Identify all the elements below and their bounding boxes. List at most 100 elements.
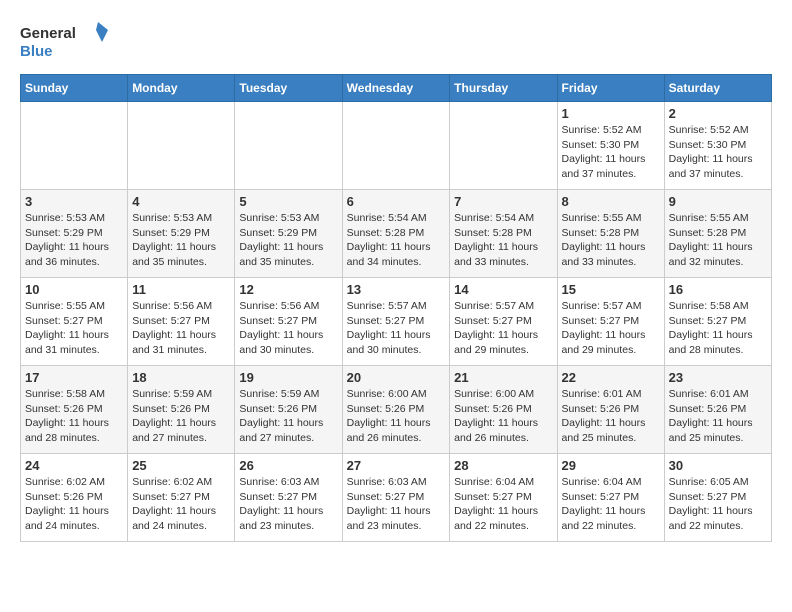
day-cell: 18Sunrise: 5:59 AM Sunset: 5:26 PM Dayli… xyxy=(128,366,235,454)
day-info: Sunrise: 6:03 AM Sunset: 5:27 PM Dayligh… xyxy=(239,475,337,534)
day-cell: 13 Sunrise: 5:57 AM Sunset: 5:27 PM Dayli… xyxy=(342,278,450,366)
day-cell: 24 Sunrise: 6:02 AM Sunset: 5:26 PM Dayli… xyxy=(21,454,128,542)
day-cell: 9Sunrise: 5:55 AM Sunset: 5:28 PM Daylig… xyxy=(664,190,771,278)
week-row-0: 1 Sunrise: 5:52 AM Sunset: 5:30 PM Daylig… xyxy=(21,102,772,190)
day-number: 13 xyxy=(347,282,446,297)
logo-svg: General Blue xyxy=(20,20,110,64)
day-number: 24 xyxy=(25,458,123,473)
day-number: 29 xyxy=(562,458,660,473)
day-info: Sunrise: 6:01 AM Sunset: 5:26 PM Dayligh… xyxy=(669,387,767,446)
day-cell: 22 Sunrise: 6:01 AM Sunset: 5:26 PM Dayli… xyxy=(557,366,664,454)
weekday-header-monday: Monday xyxy=(128,75,235,102)
weekday-header-tuesday: Tuesday xyxy=(235,75,342,102)
day-number: 22 xyxy=(562,370,660,385)
day-cell: 6 Sunrise: 5:54 AM Sunset: 5:28 PM Daylig… xyxy=(342,190,450,278)
day-cell: 17 Sunrise: 5:58 AM Sunset: 5:26 PM Dayli… xyxy=(21,366,128,454)
weekday-header-row: SundayMondayTuesdayWednesdayThursdayFrid… xyxy=(21,75,772,102)
day-cell: 4 Sunrise: 5:53 AM Sunset: 5:29 PM Daylig… xyxy=(128,190,235,278)
day-number: 18 xyxy=(132,370,230,385)
day-info: Sunrise: 6:04 AM Sunset: 5:27 PM Dayligh… xyxy=(562,475,660,534)
day-info: Sunrise: 6:01 AM Sunset: 5:26 PM Dayligh… xyxy=(562,387,660,446)
day-info: Sunrise: 5:53 AM Sunset: 5:29 PM Dayligh… xyxy=(239,211,337,270)
day-number: 10 xyxy=(25,282,123,297)
day-cell: 12 Sunrise: 5:56 AM Sunset: 5:27 PM Dayli… xyxy=(235,278,342,366)
weekday-header-friday: Friday xyxy=(557,75,664,102)
day-info: Sunrise: 6:02 AM Sunset: 5:27 PM Dayligh… xyxy=(132,475,230,534)
day-info: Sunrise: 6:02 AM Sunset: 5:26 PM Dayligh… xyxy=(25,475,123,534)
day-info: Sunrise: 5:54 AM Sunset: 5:28 PM Dayligh… xyxy=(347,211,446,270)
day-cell xyxy=(128,102,235,190)
day-number: 6 xyxy=(347,194,446,209)
logo: General Blue xyxy=(20,20,110,64)
day-info: Sunrise: 5:52 AM Sunset: 5:30 PM Dayligh… xyxy=(562,123,660,182)
day-number: 25 xyxy=(132,458,230,473)
day-cell: 14 Sunrise: 5:57 AM Sunset: 5:27 PM Dayli… xyxy=(450,278,557,366)
day-cell: 5 Sunrise: 5:53 AM Sunset: 5:29 PM Daylig… xyxy=(235,190,342,278)
svg-text:General: General xyxy=(20,25,76,42)
day-number: 27 xyxy=(347,458,446,473)
day-number: 23 xyxy=(669,370,767,385)
day-info: Sunrise: 5:54 AM Sunset: 5:28 PM Dayligh… xyxy=(454,211,552,270)
day-info: Sunrise: 5:59 AM Sunset: 5:26 PM Dayligh… xyxy=(239,387,337,446)
day-cell xyxy=(450,102,557,190)
weekday-header-sunday: Sunday xyxy=(21,75,128,102)
day-info: Sunrise: 5:57 AM Sunset: 5:27 PM Dayligh… xyxy=(562,299,660,358)
day-cell: 7Sunrise: 5:54 AM Sunset: 5:28 PM Daylig… xyxy=(450,190,557,278)
day-info: Sunrise: 5:55 AM Sunset: 5:28 PM Dayligh… xyxy=(669,211,767,270)
day-number: 3 xyxy=(25,194,123,209)
day-info: Sunrise: 5:56 AM Sunset: 5:27 PM Dayligh… xyxy=(132,299,230,358)
day-cell: 8 Sunrise: 5:55 AM Sunset: 5:28 PM Daylig… xyxy=(557,190,664,278)
day-number: 16 xyxy=(669,282,767,297)
day-number: 30 xyxy=(669,458,767,473)
day-cell: 27 Sunrise: 6:03 AM Sunset: 5:27 PM Dayli… xyxy=(342,454,450,542)
day-cell xyxy=(235,102,342,190)
day-info: Sunrise: 5:58 AM Sunset: 5:27 PM Dayligh… xyxy=(669,299,767,358)
day-cell: 21Sunrise: 6:00 AM Sunset: 5:26 PM Dayli… xyxy=(450,366,557,454)
day-number: 14 xyxy=(454,282,552,297)
day-info: Sunrise: 5:57 AM Sunset: 5:27 PM Dayligh… xyxy=(347,299,446,358)
day-cell: 26 Sunrise: 6:03 AM Sunset: 5:27 PM Dayli… xyxy=(235,454,342,542)
day-info: Sunrise: 5:56 AM Sunset: 5:27 PM Dayligh… xyxy=(239,299,337,358)
svg-text:Blue: Blue xyxy=(20,43,53,60)
weekday-header-wednesday: Wednesday xyxy=(342,75,450,102)
day-number: 15 xyxy=(562,282,660,297)
day-cell: 28 Sunrise: 6:04 AM Sunset: 5:27 PM Dayli… xyxy=(450,454,557,542)
day-info: Sunrise: 5:57 AM Sunset: 5:27 PM Dayligh… xyxy=(454,299,552,358)
day-info: Sunrise: 5:53 AM Sunset: 5:29 PM Dayligh… xyxy=(132,211,230,270)
day-number: 11 xyxy=(132,282,230,297)
day-info: Sunrise: 6:03 AM Sunset: 5:27 PM Dayligh… xyxy=(347,475,446,534)
day-info: Sunrise: 6:04 AM Sunset: 5:27 PM Dayligh… xyxy=(454,475,552,534)
day-cell: 30 Sunrise: 6:05 AM Sunset: 5:27 PM Dayli… xyxy=(664,454,771,542)
week-row-4: 24 Sunrise: 6:02 AM Sunset: 5:26 PM Dayli… xyxy=(21,454,772,542)
day-number: 8 xyxy=(562,194,660,209)
day-cell: 10 Sunrise: 5:55 AM Sunset: 5:27 PM Dayli… xyxy=(21,278,128,366)
day-number: 12 xyxy=(239,282,337,297)
day-info: Sunrise: 5:53 AM Sunset: 5:29 PM Dayligh… xyxy=(25,211,123,270)
day-number: 1 xyxy=(562,106,660,121)
day-number: 4 xyxy=(132,194,230,209)
calendar-table: SundayMondayTuesdayWednesdayThursdayFrid… xyxy=(20,74,772,542)
day-cell: 11 Sunrise: 5:56 AM Sunset: 5:27 PM Dayli… xyxy=(128,278,235,366)
day-info: Sunrise: 6:00 AM Sunset: 5:26 PM Dayligh… xyxy=(347,387,446,446)
day-info: Sunrise: 6:05 AM Sunset: 5:27 PM Dayligh… xyxy=(669,475,767,534)
day-cell: 25 Sunrise: 6:02 AM Sunset: 5:27 PM Dayli… xyxy=(128,454,235,542)
weekday-header-thursday: Thursday xyxy=(450,75,557,102)
week-row-2: 10 Sunrise: 5:55 AM Sunset: 5:27 PM Dayli… xyxy=(21,278,772,366)
day-cell: 15 Sunrise: 5:57 AM Sunset: 5:27 PM Dayli… xyxy=(557,278,664,366)
day-cell xyxy=(21,102,128,190)
day-cell: 19 Sunrise: 5:59 AM Sunset: 5:26 PM Dayli… xyxy=(235,366,342,454)
day-number: 2 xyxy=(669,106,767,121)
day-number: 5 xyxy=(239,194,337,209)
day-number: 19 xyxy=(239,370,337,385)
page-header: General Blue xyxy=(20,20,772,64)
day-info: Sunrise: 5:55 AM Sunset: 5:27 PM Dayligh… xyxy=(25,299,123,358)
day-info: Sunrise: 5:58 AM Sunset: 5:26 PM Dayligh… xyxy=(25,387,123,446)
day-info: Sunrise: 5:55 AM Sunset: 5:28 PM Dayligh… xyxy=(562,211,660,270)
day-info: Sunrise: 5:52 AM Sunset: 5:30 PM Dayligh… xyxy=(669,123,767,182)
day-number: 28 xyxy=(454,458,552,473)
day-number: 20 xyxy=(347,370,446,385)
day-cell: 23 Sunrise: 6:01 AM Sunset: 5:26 PM Dayli… xyxy=(664,366,771,454)
day-info: Sunrise: 6:00 AM Sunset: 5:26 PM Dayligh… xyxy=(454,387,552,446)
day-number: 17 xyxy=(25,370,123,385)
day-number: 26 xyxy=(239,458,337,473)
